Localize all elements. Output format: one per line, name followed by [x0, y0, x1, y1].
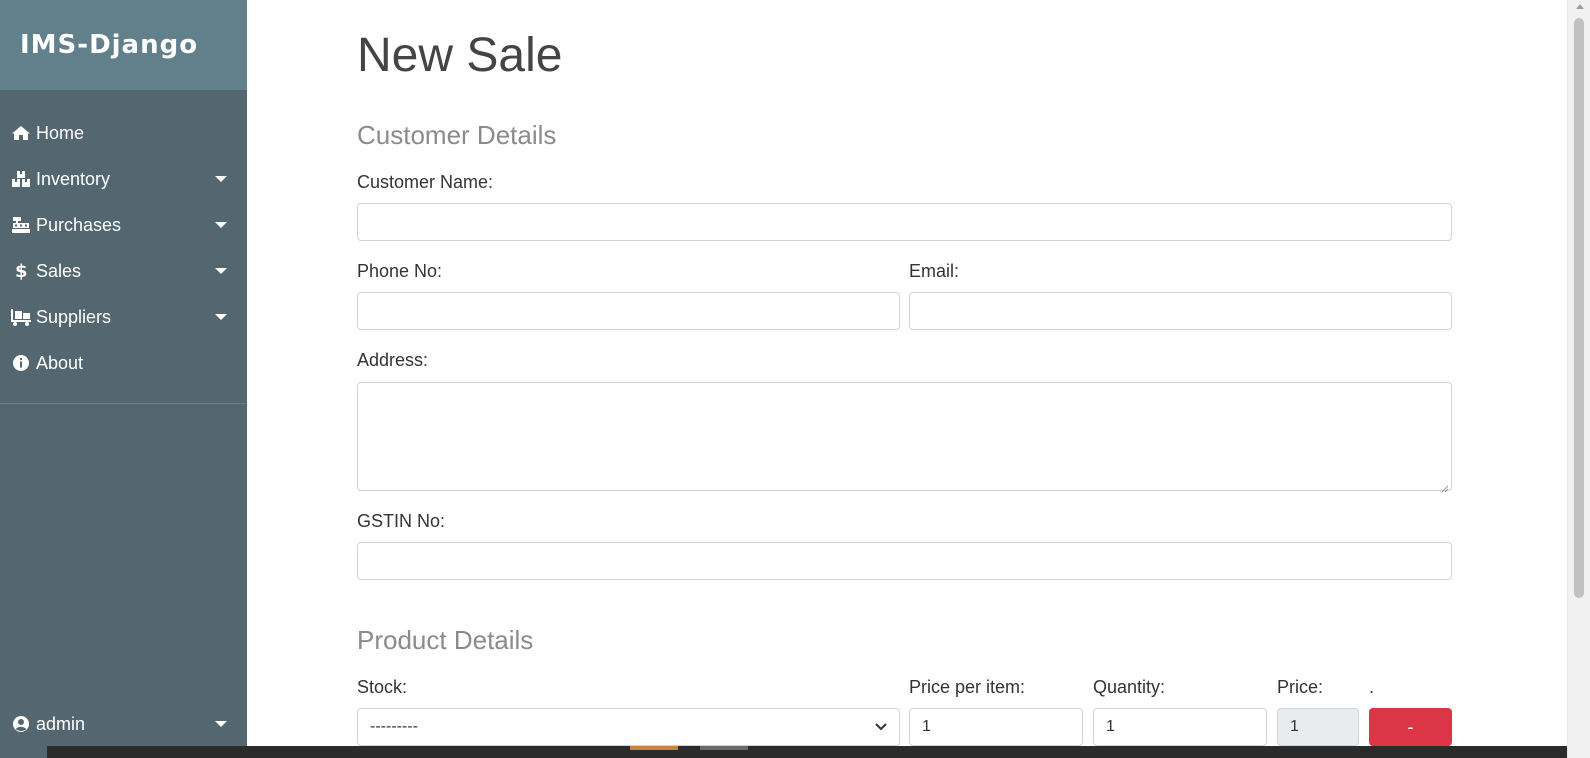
dolly-icon: [10, 307, 32, 327]
email-label: Email:: [909, 261, 960, 281]
taskbar-marker: [630, 746, 678, 750]
resize-handle-icon[interactable]: [1441, 480, 1449, 493]
sidebar: IMS-Django Home Inventory Purchases $ Sa…: [0, 0, 247, 758]
sidebar-item-label: Purchases: [36, 214, 122, 235]
sidebar-item-label: Home: [36, 122, 85, 143]
quantity-label: Quantity:: [1093, 677, 1166, 697]
address-label: Address:: [357, 350, 429, 370]
address-textarea[interactable]: [357, 382, 1452, 493]
brand-header: IMS-Django: [0, 0, 247, 90]
stock-label: Stock:: [357, 677, 408, 697]
sidebar-nav: Home Inventory Purchases $ Sales Supplie…: [0, 90, 247, 386]
customer-name-input[interactable]: [357, 203, 1452, 241]
taskbar-marker: [700, 746, 748, 750]
remove-item-button[interactable]: -: [1369, 708, 1452, 746]
sidebar-item-label: Sales: [36, 260, 82, 281]
phone-label: Phone No:: [357, 261, 443, 281]
scroll-up-icon[interactable]: [1576, 4, 1584, 9]
brand-logo-text[interactable]: IMS-Django: [20, 30, 198, 60]
chevron-down-icon: [215, 176, 227, 182]
dollar-icon: $: [10, 261, 32, 281]
chevron-down-icon: [215, 222, 227, 228]
gstin-input[interactable]: [357, 542, 1452, 580]
quantity-input[interactable]: 1: [1093, 708, 1267, 746]
email-input[interactable]: [909, 292, 1452, 330]
info-circle-icon: [10, 353, 32, 373]
taskbar-strip: [47, 746, 1567, 758]
sidebar-item-sales[interactable]: $ Sales: [0, 248, 247, 294]
product-details-heading: Product Details: [357, 625, 534, 655]
chevron-down-icon: [875, 720, 887, 734]
remove-column-label: .: [1369, 677, 1375, 697]
sidebar-divider: [0, 403, 247, 404]
sidebar-item-purchases[interactable]: Purchases: [0, 202, 247, 248]
user-circle-icon: [10, 714, 32, 734]
customer-name-label: Customer Name:: [357, 172, 494, 192]
svg-text:$: $: [15, 261, 28, 281]
chevron-down-icon: [215, 268, 227, 274]
price-per-item-label: Price per item:: [909, 677, 1026, 697]
customer-details-heading: Customer Details: [357, 120, 557, 150]
cash-register-icon: [10, 215, 32, 235]
sidebar-item-label: Inventory: [36, 168, 111, 189]
sidebar-item-inventory[interactable]: Inventory: [0, 156, 247, 202]
sidebar-item-home[interactable]: Home: [0, 110, 247, 156]
vertical-scrollbar[interactable]: [1567, 0, 1590, 758]
sidebar-item-about[interactable]: About: [0, 340, 247, 386]
gstin-label: GSTIN No:: [357, 511, 446, 531]
home-icon: [10, 123, 32, 143]
scrollbar-thumb[interactable]: [1574, 18, 1584, 598]
main-content: New Sale Customer Details Customer Name:…: [247, 0, 1567, 758]
price-readonly-field: 1: [1277, 708, 1359, 746]
price-per-item-input[interactable]: 1: [909, 708, 1083, 746]
price-label: Price:: [1277, 677, 1324, 697]
stock-selected-value: ---------: [370, 718, 418, 735]
user-name: admin: [36, 713, 86, 734]
phone-input[interactable]: [357, 292, 900, 330]
sidebar-item-label: About: [36, 352, 84, 373]
chevron-down-icon: [215, 314, 227, 320]
user-menu[interactable]: admin: [0, 701, 247, 747]
page-title: New Sale: [357, 29, 563, 82]
stock-select[interactable]: ---------: [357, 708, 900, 746]
chevron-down-icon: [215, 721, 227, 727]
boxes-icon: [10, 169, 32, 189]
sidebar-item-suppliers[interactable]: Suppliers: [0, 294, 247, 340]
sidebar-item-label: Suppliers: [36, 306, 112, 327]
